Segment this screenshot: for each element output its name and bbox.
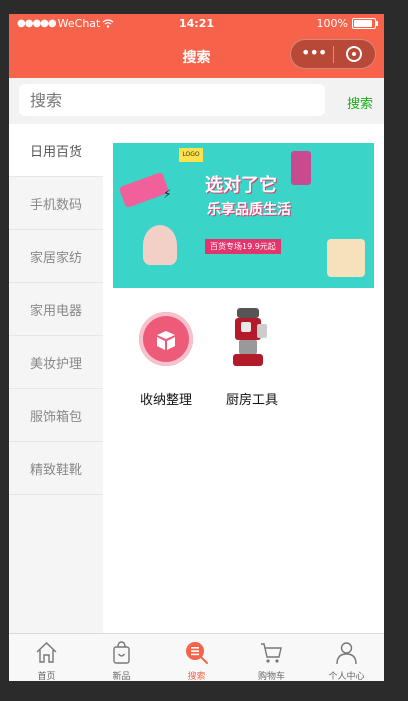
category-label: 家用电器: [29, 303, 82, 319]
search-input[interactable]: [19, 84, 325, 116]
search-list-icon: [186, 642, 208, 664]
tab-label: 购物车: [257, 672, 285, 681]
navigation-bar: 搜索 •••: [9, 34, 384, 78]
banner-product-hairdryer: [118, 171, 170, 209]
tab-label: 个人中心: [328, 672, 365, 681]
banner-product-kettle: [143, 225, 177, 265]
tab-label: 搜索: [187, 672, 206, 681]
category-sidebar: 日用百货 手机数码 家居家纺 家用电器 美妆护理 服饰箱包 精致鞋靴: [9, 124, 103, 634]
tab-new[interactable]: 新品: [84, 634, 159, 681]
tab-label: 新品: [112, 672, 131, 681]
banner-promo-tag: 百货专场19.9元起: [205, 239, 281, 254]
search-button[interactable]: 搜索: [347, 93, 373, 112]
category-label: 精致鞋靴: [29, 462, 82, 478]
search-bar: 搜索: [9, 78, 384, 124]
tab-search[interactable]: 搜索: [159, 634, 234, 681]
tab-cart[interactable]: 购物车: [234, 634, 309, 681]
category-label: 手机数码: [29, 197, 82, 213]
capsule-divider: [333, 46, 334, 63]
category-label: 家居家纺: [29, 250, 82, 266]
lightning-icon: ⚡: [163, 187, 172, 201]
category-label: 美妆护理: [29, 356, 82, 372]
kitchen-mixer-icon: [233, 308, 267, 366]
cart-icon: [261, 643, 282, 663]
more-icon[interactable]: •••: [301, 43, 327, 62]
battery-group: 100%: [316, 17, 378, 30]
category-item[interactable]: 美妆护理: [9, 336, 103, 389]
banner-product-box: [327, 239, 365, 277]
category-item[interactable]: 服饰箱包: [9, 389, 103, 442]
banner-subline: 乐享品质生活: [207, 202, 291, 218]
category-item[interactable]: 日用百货: [9, 124, 103, 177]
category-item[interactable]: 精致鞋靴: [9, 442, 103, 495]
battery-percent: 100%: [316, 17, 348, 30]
category-item[interactable]: 手机数码: [9, 177, 103, 230]
banner-headline: 选对了它: [205, 175, 277, 196]
tab-profile[interactable]: 个人中心: [309, 634, 384, 681]
subcategory-label: 收纳整理: [139, 393, 192, 408]
tab-bar: 首页 新品 搜索 购物车 个人中心: [9, 633, 384, 681]
promo-banner[interactable]: LOGO ⚡ 选对了它 乐享品质生活 百货专场19.9元起: [113, 143, 374, 288]
tab-label: 首页: [37, 672, 56, 681]
status-bar: ●●●●● WeChat 14:21 100%: [9, 14, 384, 34]
banner-product-bottle: [291, 151, 311, 185]
storage-box-icon: [139, 312, 193, 366]
subcategory-label: 厨房工具: [225, 393, 278, 408]
shopping-bag-icon: [113, 641, 130, 664]
category-item[interactable]: 家居家纺: [9, 230, 103, 283]
user-icon: [336, 642, 357, 665]
battery-icon: [352, 18, 378, 29]
home-icon: [36, 642, 57, 663]
category-item[interactable]: 家用电器: [9, 283, 103, 336]
close-target-icon[interactable]: [346, 46, 362, 62]
category-label: 日用百货: [29, 144, 82, 160]
phone-screen: ●●●●● WeChat 14:21 100% 搜索 ••• 搜索 日用百货 手: [9, 14, 384, 681]
category-label: 服饰箱包: [29, 409, 82, 425]
tab-home[interactable]: 首页: [9, 634, 84, 681]
mini-program-capsule: •••: [290, 39, 376, 69]
banner-logo: LOGO: [179, 148, 203, 162]
